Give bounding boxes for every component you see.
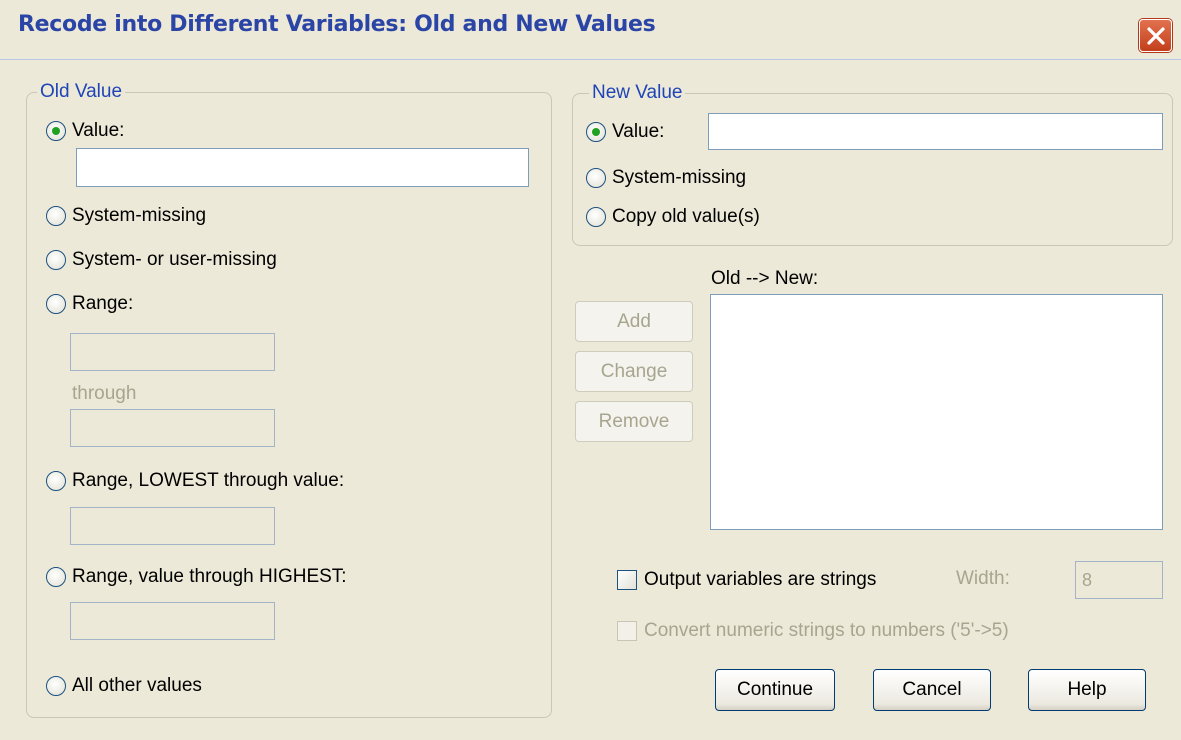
mapping-listbox[interactable] [710, 294, 1163, 530]
remove-button[interactable]: Remove [575, 401, 693, 442]
range-highest-input[interactable] [70, 602, 275, 640]
radio-circle [46, 567, 66, 587]
convert-numeric-label: Convert numeric strings to numbers ('5'-… [644, 620, 1009, 641]
old-range-radio[interactable]: Range: [46, 293, 133, 315]
radio-circle [46, 250, 66, 270]
close-button[interactable] [1139, 19, 1172, 52]
range-highest-text[interactable] [71, 603, 274, 639]
convert-numeric-checkbox[interactable]: Convert numeric strings to numbers ('5'-… [617, 620, 1009, 642]
radio-circle [46, 471, 66, 491]
range-from-text[interactable] [71, 334, 274, 370]
old-range-lowest-radio[interactable]: Range, LOWEST through value: [46, 470, 344, 492]
old-value-input[interactable] [76, 148, 529, 187]
old-value-legend: Old Value [37, 81, 126, 103]
old-system-missing-label: System-missing [72, 205, 207, 226]
mapping-list-label: Old --> New: [711, 268, 819, 289]
old-system-user-missing-radio[interactable]: System- or user-missing [46, 249, 277, 271]
radio-circle [46, 121, 66, 141]
old-all-other-label: All other values [72, 675, 202, 696]
radio-circle [46, 206, 66, 226]
range-from-input[interactable] [70, 333, 275, 371]
range-lowest-text[interactable] [71, 508, 274, 544]
range-to-input[interactable] [70, 409, 275, 447]
change-button[interactable]: Change [575, 351, 693, 392]
radio-circle [586, 122, 606, 142]
old-value-label: Value: [72, 120, 125, 141]
new-value-legend: New Value [589, 82, 686, 104]
old-value-text[interactable] [77, 149, 528, 186]
width-label: Width: [956, 568, 1010, 589]
old-system-missing-radio[interactable]: System-missing [46, 205, 206, 227]
range-to-text[interactable] [71, 410, 274, 446]
width-input[interactable] [1075, 561, 1163, 599]
width-text[interactable] [1076, 562, 1162, 598]
new-value-text[interactable] [709, 114, 1162, 149]
help-button[interactable]: Help [1028, 669, 1146, 711]
new-copy-old-radio[interactable]: Copy old value(s) [586, 206, 760, 228]
continue-button[interactable]: Continue [715, 669, 835, 711]
old-range-highest-label: Range, value through HIGHEST: [72, 566, 347, 587]
radio-circle [46, 676, 66, 696]
new-value-input[interactable] [708, 113, 1163, 150]
checkbox-box [617, 570, 637, 590]
output-strings-label: Output variables are strings [644, 569, 877, 590]
cancel-button[interactable]: Cancel [873, 669, 991, 711]
range-lowest-input[interactable] [70, 507, 275, 545]
old-all-other-radio[interactable]: All other values [46, 675, 202, 697]
add-button[interactable]: Add [575, 301, 693, 342]
old-system-user-missing-label: System- or user-missing [72, 249, 277, 270]
new-copy-old-label: Copy old value(s) [612, 206, 760, 227]
old-range-highest-radio[interactable]: Range, value through HIGHEST: [46, 566, 347, 588]
old-range-lowest-label: Range, LOWEST through value: [72, 470, 345, 491]
radio-circle [586, 168, 606, 188]
new-value-label: Value: [612, 121, 665, 142]
new-system-missing-radio[interactable]: System-missing [586, 167, 746, 189]
radio-circle [46, 294, 66, 314]
old-value-radio[interactable]: Value: [46, 120, 124, 142]
new-system-missing-label: System-missing [612, 167, 747, 188]
new-value-radio[interactable]: Value: [586, 121, 664, 143]
radio-circle [586, 207, 606, 227]
window-title: Recode into Different Variables: Old and… [18, 12, 656, 37]
title-bar: Recode into Different Variables: Old and… [0, 0, 1181, 60]
checkbox-box [617, 621, 637, 641]
output-strings-checkbox[interactable]: Output variables are strings [617, 569, 876, 591]
old-range-label: Range: [72, 293, 134, 314]
close-icon [1147, 27, 1165, 45]
through-label: through [72, 383, 137, 404]
